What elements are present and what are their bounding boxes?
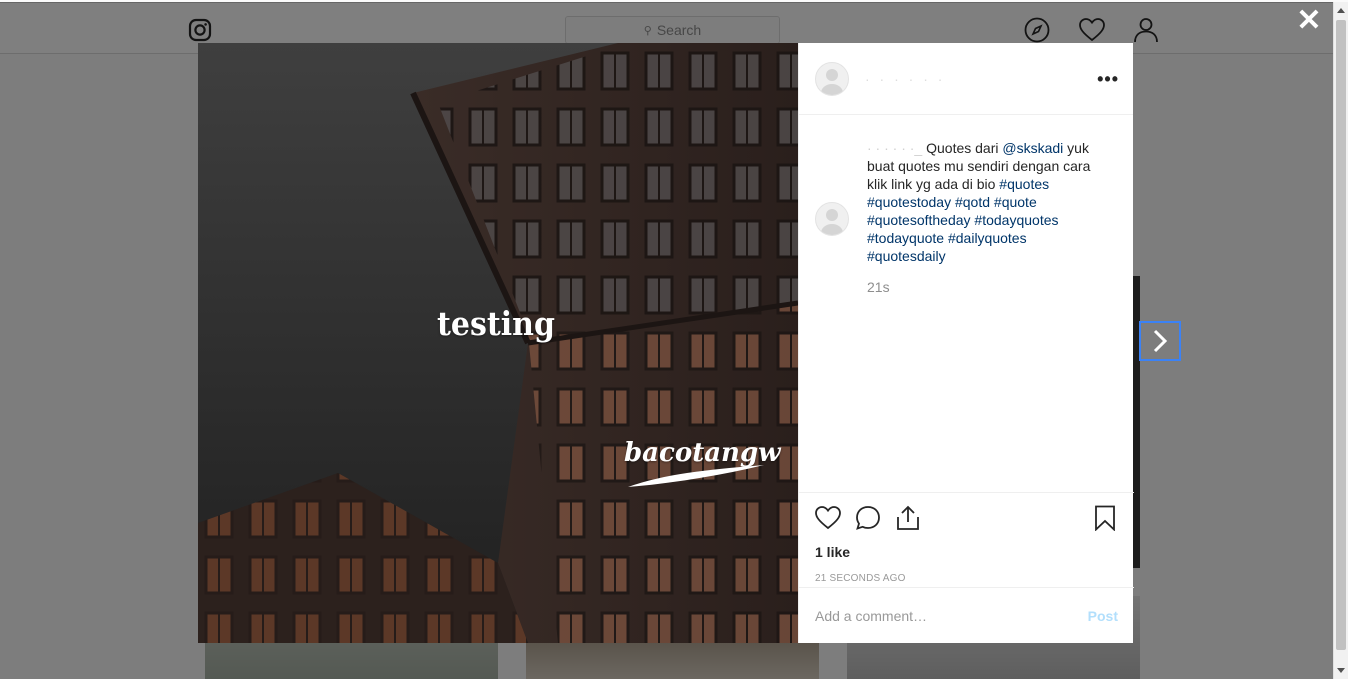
- post-image: testing bacotangw: [198, 43, 798, 643]
- chevron-right-icon: [1153, 329, 1168, 353]
- hashtag-link[interactable]: #todayquote: [867, 230, 944, 246]
- page-scrollbar[interactable]: [1333, 2, 1348, 679]
- watermark-swoosh: [628, 465, 764, 487]
- like-heart-icon[interactable]: [815, 505, 841, 531]
- scroll-up-arrow-icon[interactable]: [1337, 8, 1345, 13]
- hashtag-link[interactable]: #quotes: [999, 176, 1049, 192]
- comment-input[interactable]: [815, 607, 1088, 624]
- caption-username[interactable]: · · · · · ·_: [867, 140, 922, 156]
- mention-link[interactable]: @skskadi: [1002, 140, 1063, 156]
- scroll-down-arrow-icon[interactable]: [1337, 668, 1345, 673]
- likes-count[interactable]: 1 like: [815, 544, 1118, 560]
- caption-intro: Quotes dari: [922, 140, 1003, 156]
- caption-time[interactable]: 21s: [867, 279, 1117, 295]
- share-icon[interactable]: [895, 505, 921, 531]
- avatar[interactable]: [815, 61, 849, 96]
- next-post-button[interactable]: [1139, 321, 1181, 361]
- post-header: · · · · · · •••: [799, 43, 1133, 115]
- hashtag-link[interactable]: #quotesdaily: [867, 248, 946, 264]
- hashtag-link[interactable]: #quote: [994, 194, 1037, 210]
- comment-form: Post: [799, 587, 1134, 643]
- hashtag-link[interactable]: #quotesoftheday: [867, 212, 971, 228]
- post-sidebar: · · · · · · ••• · · · · · ·_ Quotes dari…: [798, 43, 1134, 643]
- bookmark-icon[interactable]: [1092, 505, 1118, 531]
- hashtag-link[interactable]: #quotestoday: [867, 194, 951, 210]
- post-comment-button[interactable]: Post: [1088, 608, 1118, 624]
- post-actions: 1 like 21 SECONDS AGO: [799, 492, 1134, 584]
- photo-overlay-text: testing: [437, 305, 555, 344]
- hashtag-link[interactable]: #todayquotes: [974, 212, 1058, 228]
- hashtag-link[interactable]: #dailyquotes: [948, 230, 1027, 246]
- username[interactable]: · · · · · ·: [865, 71, 945, 87]
- post-modal: testing bacotangw · · · · · · ••• · · · …: [198, 43, 1134, 643]
- post-date[interactable]: 21 SECONDS AGO: [815, 573, 1118, 584]
- window-edge: [1348, 0, 1363, 679]
- hashtag-link[interactable]: #qotd: [955, 194, 990, 210]
- more-options-icon[interactable]: •••: [1097, 69, 1119, 90]
- caption-text: · · · · · ·_ Quotes dari @skskadi yuk bu…: [867, 139, 1092, 265]
- comment-icon[interactable]: [855, 505, 881, 531]
- avatar[interactable]: [815, 202, 849, 236]
- close-icon[interactable]: ✕: [1295, 6, 1323, 36]
- scroll-thumb[interactable]: [1336, 20, 1346, 650]
- comments-area: · · · · · ·_ Quotes dari @skskadi yuk bu…: [799, 115, 1133, 492]
